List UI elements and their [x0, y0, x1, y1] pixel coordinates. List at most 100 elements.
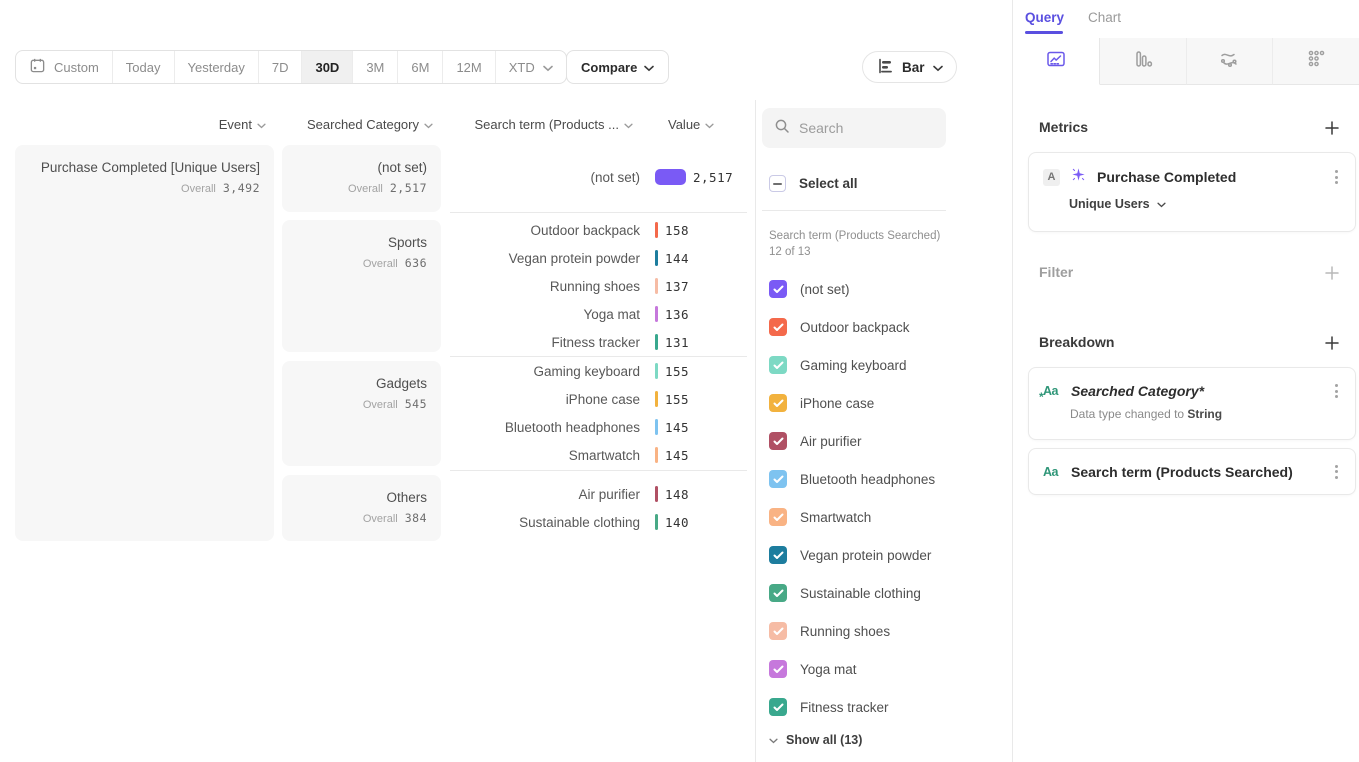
tab-chart[interactable]: Chart — [1088, 10, 1121, 25]
category-cell[interactable]: Gadgets Overall545 — [282, 361, 441, 466]
table-row[interactable]: Smartwatch 145 — [450, 441, 750, 469]
search-input[interactable] — [799, 120, 929, 136]
kebab-menu-icon[interactable] — [1332, 381, 1341, 401]
tab-insights[interactable] — [1013, 38, 1100, 85]
category-cell[interactable]: Others Overall384 — [282, 475, 441, 541]
series-checkbox[interactable] — [769, 584, 787, 602]
series-checkbox[interactable] — [769, 546, 787, 564]
show-all-label: Show all (13) — [786, 733, 862, 747]
legend-item[interactable]: (not set) — [769, 270, 935, 308]
search-term: Air purifier — [450, 487, 640, 502]
term-value-rows: Gaming keyboard 155 iPhone case 155 Blue… — [450, 357, 750, 469]
date-range-12m[interactable]: 12M — [443, 51, 495, 83]
tab-retention[interactable] — [1273, 38, 1359, 85]
event-cell[interactable]: Purchase Completed [Unique Users] Overal… — [15, 145, 274, 541]
value-bar — [655, 169, 686, 185]
table-row[interactable]: Yoga mat 136 — [450, 300, 750, 328]
add-breakdown-button[interactable] — [1324, 335, 1340, 351]
date-range-label: Custom — [54, 60, 99, 75]
search-term: Fitness tracker — [450, 335, 640, 350]
legend-item[interactable]: Fitness tracker — [769, 688, 935, 726]
date-range-yesterday[interactable]: Yesterday — [175, 51, 259, 83]
search-term: Bluetooth headphones — [450, 420, 640, 435]
table-row[interactable]: Outdoor backpack 158 — [450, 216, 750, 244]
series-checkbox[interactable] — [769, 470, 787, 488]
tab-query[interactable]: Query — [1025, 10, 1064, 25]
show-all-button[interactable]: Show all (13) — [769, 733, 862, 747]
date-range-30d[interactable]: 30D — [302, 51, 353, 83]
add-filter-button[interactable] — [1324, 265, 1340, 281]
table-row[interactable]: Sustainable clothing 140 — [450, 508, 750, 536]
legend-item[interactable]: Running shoes — [769, 612, 935, 650]
series-checkbox[interactable] — [769, 318, 787, 336]
column-header-search-term[interactable]: Search term (Products ... — [450, 117, 633, 132]
date-range-xtd[interactable]: XTD — [496, 51, 566, 83]
value-cell: 131 — [655, 334, 689, 350]
legend-item[interactable]: Vegan protein powder — [769, 536, 935, 574]
select-all-checkbox[interactable] — [769, 175, 786, 192]
legend-search[interactable] — [762, 108, 946, 148]
series-checkbox[interactable] — [769, 394, 787, 412]
column-header-label: Value — [668, 117, 700, 132]
breakdown-card-searched-category[interactable]: Aa* Searched Category* Data type changed… — [1028, 367, 1356, 440]
date-range-7d[interactable]: 7D — [259, 51, 303, 83]
series-checkbox[interactable] — [769, 280, 787, 298]
legend-item[interactable]: iPhone case — [769, 384, 935, 422]
series-checkbox[interactable] — [769, 508, 787, 526]
value-cell: 148 — [655, 486, 689, 502]
series-checkbox[interactable] — [769, 356, 787, 374]
table-row[interactable]: Gaming keyboard 155 — [450, 357, 750, 385]
value-bar — [655, 514, 658, 530]
group-separator — [450, 212, 747, 213]
legend-item[interactable]: Air purifier — [769, 422, 935, 460]
panel-divider — [755, 100, 756, 762]
series-checkbox[interactable] — [769, 660, 787, 678]
column-header-event[interactable]: Event — [15, 117, 266, 132]
series-checkbox[interactable] — [769, 432, 787, 450]
group-separator — [450, 356, 747, 357]
table-row[interactable]: (not set) 2,517 — [450, 163, 750, 191]
value-bar — [655, 419, 658, 435]
filter-section-title: Filter — [1039, 264, 1073, 280]
series-checkbox[interactable] — [769, 622, 787, 640]
date-range-6m[interactable]: 6M — [398, 51, 443, 83]
legend-item[interactable]: Bluetooth headphones — [769, 460, 935, 498]
value-bar — [655, 363, 658, 379]
value-cell: 140 — [655, 514, 689, 530]
series-checkbox[interactable] — [769, 698, 787, 716]
category-cell[interactable]: (not set) Overall2,517 — [282, 145, 441, 212]
date-range-custom[interactable]: Custom — [16, 51, 113, 83]
legend-item[interactable]: Outdoor backpack — [769, 308, 935, 346]
add-metric-button[interactable] — [1324, 120, 1340, 136]
value-bar — [655, 334, 658, 350]
search-icon — [774, 118, 790, 139]
measure-dropdown[interactable]: Unique Users — [1069, 197, 1355, 211]
legend-item[interactable]: Gaming keyboard — [769, 346, 935, 384]
kebab-menu-icon[interactable] — [1332, 167, 1341, 187]
legend-item-label: Gaming keyboard — [800, 358, 907, 373]
table-row[interactable]: Fitness tracker 131 — [450, 328, 750, 356]
legend-item[interactable]: Yoga mat — [769, 650, 935, 688]
table-row[interactable]: Running shoes 137 — [450, 272, 750, 300]
category-cell[interactable]: Sports Overall636 — [282, 220, 441, 352]
date-range-3m[interactable]: 3M — [353, 51, 398, 83]
column-header-searched-category[interactable]: Searched Category — [282, 117, 433, 132]
metric-card[interactable]: A Purchase Completed Unique Users — [1028, 152, 1356, 232]
legend-item[interactable]: Smartwatch — [769, 498, 935, 536]
column-header-value[interactable]: Value — [668, 117, 728, 132]
value-bar — [655, 306, 658, 322]
table-row[interactable]: Air purifier 148 — [450, 480, 750, 508]
tab-flows[interactable] — [1187, 38, 1274, 85]
event-overall: Overall3,492 — [15, 181, 260, 195]
table-row[interactable]: iPhone case 155 — [450, 385, 750, 413]
breakdown-card-search-term[interactable]: Aa Search term (Products Searched) — [1028, 448, 1356, 495]
table-row[interactable]: Bluetooth headphones 145 — [450, 413, 750, 441]
select-all-row[interactable]: Select all — [769, 175, 858, 192]
chart-type-button[interactable]: Bar — [862, 51, 957, 83]
legend-item[interactable]: Sustainable clothing — [769, 574, 935, 612]
date-range-today[interactable]: Today — [113, 51, 175, 83]
table-row[interactable]: Vegan protein powder 144 — [450, 244, 750, 272]
compare-button[interactable]: Compare — [566, 50, 669, 84]
tab-bar-chart[interactable] — [1100, 38, 1187, 85]
kebab-menu-icon[interactable] — [1332, 462, 1341, 482]
